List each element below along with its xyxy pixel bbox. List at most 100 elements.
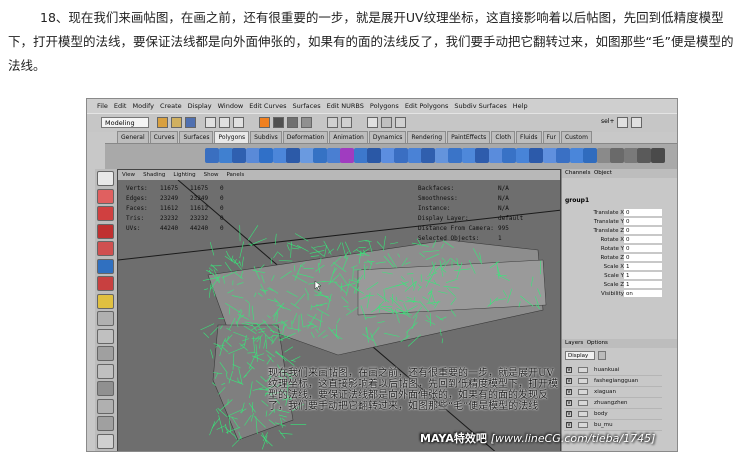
polygon-tool-icon[interactable] xyxy=(380,148,395,163)
layer-row[interactable]: Vzhuangzhen xyxy=(564,398,662,409)
polygon-tool-icon[interactable] xyxy=(353,148,368,163)
layer-color-swatch[interactable] xyxy=(578,389,588,395)
render-icon[interactable] xyxy=(367,117,378,128)
toolbox-tool-icon[interactable] xyxy=(97,171,114,186)
layer-visibility-toggle[interactable]: V xyxy=(566,411,572,417)
polygon-tool-icon[interactable] xyxy=(461,148,476,163)
shelf-tab[interactable]: Rendering xyxy=(407,131,447,143)
channels-menu[interactable]: Channels xyxy=(565,170,590,176)
shelf-tab[interactable]: Animation xyxy=(329,131,368,143)
channel-value-field[interactable]: 0 xyxy=(624,245,662,252)
polygon-tool-icon[interactable] xyxy=(502,148,516,163)
layer-row[interactable]: Vhuankuai xyxy=(564,365,662,376)
layer-row[interactable]: Vfashegiangguan xyxy=(564,376,662,387)
menu-item[interactable]: Surfaces xyxy=(292,99,320,113)
new-scene-icon[interactable] xyxy=(157,117,168,128)
toolbox-tool-icon[interactable] xyxy=(97,188,114,204)
menu-item[interactable]: Window xyxy=(218,99,244,113)
shelf-tab[interactable]: Custom xyxy=(560,131,592,143)
inputs-icon[interactable] xyxy=(341,117,352,128)
menu-item[interactable]: Polygons xyxy=(370,99,399,113)
polygon-tool-icon[interactable] xyxy=(218,148,233,163)
polygon-tool-icon[interactable] xyxy=(205,148,219,163)
toolbox-tool-icon[interactable] xyxy=(97,293,114,309)
layer-visibility-toggle[interactable]: V xyxy=(566,400,572,406)
polygon-tool-icon[interactable] xyxy=(610,148,624,163)
polygon-tool-icon[interactable] xyxy=(272,148,287,163)
polygon-tool-icon[interactable] xyxy=(259,148,273,163)
viewport-menu-item[interactable]: View xyxy=(122,170,135,180)
menu-item[interactable]: Help xyxy=(513,99,528,113)
shelf-tab[interactable]: Fur xyxy=(542,131,560,143)
channel-value-field[interactable]: 1 xyxy=(624,272,662,279)
history-icon[interactable] xyxy=(327,117,338,128)
polygon-tool-icon[interactable] xyxy=(596,148,611,163)
render-globals-icon[interactable] xyxy=(395,117,406,128)
shelf-tab[interactable]: PaintEffects xyxy=(447,131,491,143)
polygon-tool-icon[interactable] xyxy=(394,148,408,163)
polygon-tool-icon[interactable] xyxy=(569,148,584,163)
polygon-tool-icon[interactable] xyxy=(367,148,381,163)
toolbox-tool-icon[interactable] xyxy=(97,381,114,396)
mode-selector[interactable]: Modeling xyxy=(101,117,149,128)
save-scene-icon[interactable] xyxy=(185,117,196,128)
layer-row[interactable]: Vbody xyxy=(564,409,662,420)
polygon-tool-icon[interactable] xyxy=(299,148,314,163)
polygon-tool-icon[interactable] xyxy=(448,148,462,163)
polygon-tool-icon[interactable] xyxy=(650,148,665,163)
polygon-tool-icon[interactable] xyxy=(313,148,327,163)
toolbox-tool-icon[interactable] xyxy=(97,223,114,239)
toolbox-tool-icon[interactable] xyxy=(97,398,114,414)
channel-value-field[interactable]: 0 xyxy=(624,236,662,243)
toolbox-tool-icon[interactable] xyxy=(97,276,114,291)
layer-color-swatch[interactable] xyxy=(578,411,588,417)
layer-color-swatch[interactable] xyxy=(578,400,588,406)
open-scene-icon[interactable] xyxy=(171,117,182,128)
viewport-menu-item[interactable]: Shading xyxy=(143,170,165,180)
shelf-tab[interactable]: General xyxy=(117,131,149,143)
layer-visibility-toggle[interactable]: V xyxy=(566,422,572,428)
shelf-tab[interactable]: Dynamics xyxy=(368,131,407,143)
channel-value-field[interactable]: 1 xyxy=(624,263,662,270)
object-menu[interactable]: Object xyxy=(594,170,612,176)
polygon-tool-icon[interactable] xyxy=(542,148,557,163)
shelf-tab[interactable]: Cloth xyxy=(491,131,515,143)
menu-item[interactable]: Edit NURBS xyxy=(327,99,364,113)
viewport-menu-item[interactable]: Lighting xyxy=(173,170,195,180)
polygon-tool-icon[interactable] xyxy=(421,148,435,163)
layer-color-swatch[interactable] xyxy=(578,378,588,384)
polygon-tool-icon[interactable] xyxy=(245,148,260,163)
polygon-tool-icon[interactable] xyxy=(340,148,354,163)
channel-value-field[interactable]: 0 xyxy=(624,218,662,225)
snap-point-icon[interactable] xyxy=(301,117,312,128)
layer-visibility-toggle[interactable]: V xyxy=(566,367,572,373)
menu-item[interactable]: Subdiv Surfaces xyxy=(454,99,506,113)
channel-value-field[interactable]: 0 xyxy=(624,227,662,234)
toolbox-tool-icon[interactable] xyxy=(97,363,114,379)
polygon-tool-icon[interactable] xyxy=(434,148,449,163)
shelf-tab[interactable]: Surfaces xyxy=(179,131,214,143)
toolbox-tool-icon[interactable] xyxy=(97,346,114,361)
shelf-tab[interactable]: Deformation xyxy=(282,131,329,143)
toolbox-tool-icon[interactable] xyxy=(97,416,114,431)
toolbox-tool-icon[interactable] xyxy=(97,258,114,274)
viewport-menu-item[interactable]: Show xyxy=(204,170,219,180)
channel-value-field[interactable]: 1 xyxy=(624,281,662,288)
toolbox-tool-icon[interactable] xyxy=(97,311,114,326)
channel-value-field[interactable]: 0 xyxy=(624,254,662,261)
mask-icon[interactable] xyxy=(259,117,270,128)
polygon-tool-icon[interactable] xyxy=(637,148,651,163)
layers-menu[interactable]: Layers xyxy=(565,340,583,346)
polygon-tool-icon[interactable] xyxy=(488,148,503,163)
layer-row[interactable]: Vxiaguan xyxy=(564,387,662,398)
toolbox-tool-icon[interactable] xyxy=(97,328,114,344)
menu-item[interactable]: Edit Curves xyxy=(249,99,286,113)
select-hierarchy-icon[interactable] xyxy=(205,117,216,128)
viewport-menu-item[interactable]: Panels xyxy=(226,170,244,180)
menu-item[interactable]: File xyxy=(97,99,108,113)
toolbox-tool-icon[interactable] xyxy=(97,206,114,221)
polygon-tool-icon[interactable] xyxy=(475,148,489,163)
shelf-tab[interactable]: Polygons xyxy=(214,131,250,143)
snap-grid-icon[interactable] xyxy=(273,117,284,128)
polygon-tool-icon[interactable] xyxy=(407,148,422,163)
